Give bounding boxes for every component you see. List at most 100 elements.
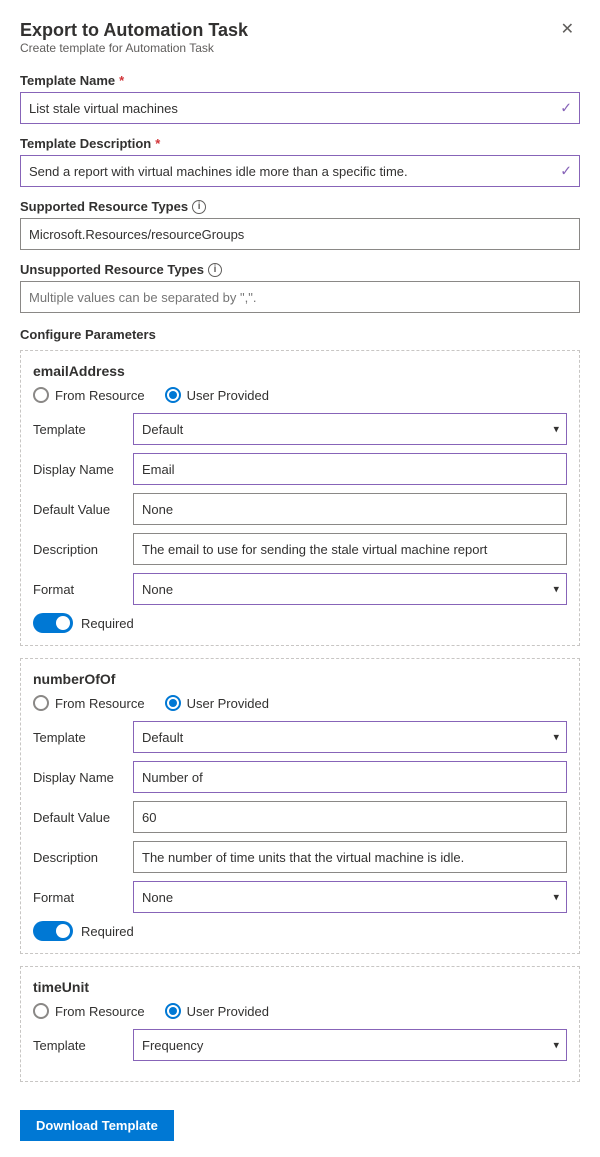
email-radio-user-label: User Provided [187,388,269,403]
number-radio-user-label: User Provided [187,696,269,711]
email-format-select[interactable]: None [133,573,567,605]
configure-section: Configure Parameters emailAddress From R… [20,327,580,1082]
timeunit-radio-user-input[interactable] [165,1003,181,1019]
number-format-row: Format None ▾ [33,881,567,913]
email-displayname-input[interactable] [133,453,567,485]
download-template-button[interactable]: Download Template [20,1110,174,1141]
template-name-label: Template Name * [20,73,580,88]
email-template-select[interactable]: Default [133,413,567,445]
unsupported-resource-label: Unsupported Resource Types i [20,262,580,277]
param-card-number: numberOfOf From Resource User Provided T… [20,658,580,954]
timeunit-template-select[interactable]: Frequency [133,1029,567,1061]
close-button[interactable]: ✕ [555,20,580,40]
email-template-label: Template [33,422,133,437]
email-radio-user-provided[interactable]: User Provided [165,387,269,403]
supported-resource-label: Supported Resource Types i [20,199,580,214]
email-description-value [133,533,567,565]
number-radio-from-label: From Resource [55,696,145,711]
number-radio-user-input[interactable] [165,695,181,711]
template-desc-group: Template Description * ✓ [20,136,580,187]
unsupported-resource-input[interactable] [20,281,580,313]
modal: Export to Automation Task Create templat… [0,0,600,1157]
email-defaultvalue-row: Default Value [33,493,567,525]
param-card-timeunit: timeUnit From Resource User Provided Tem… [20,966,580,1082]
number-radio-from-input[interactable] [33,695,49,711]
number-description-input[interactable] [133,841,567,873]
number-template-select[interactable]: Default [133,721,567,753]
modal-header: Export to Automation Task Create templat… [20,20,580,69]
number-required-label: Required [81,924,134,939]
email-template-row: Template Default ▾ [33,413,567,445]
timeunit-radio-from-label: From Resource [55,1004,145,1019]
timeunit-template-row: Template Frequency ▾ [33,1029,567,1061]
template-desc-input[interactable] [20,155,580,187]
timeunit-radio-user-label: User Provided [187,1004,269,1019]
number-displayname-label: Display Name [33,770,133,785]
number-format-label: Format [33,890,133,905]
supported-resource-group: Supported Resource Types i [20,199,580,250]
email-format-select-wrapper: None ▾ [133,573,567,605]
email-displayname-value [133,453,567,485]
template-name-input[interactable] [20,92,580,124]
check-icon: ✓ [560,100,572,117]
timeunit-radio-from-resource[interactable]: From Resource [33,1003,145,1019]
number-defaultvalue-row: Default Value [33,801,567,833]
email-description-input[interactable] [133,533,567,565]
number-template-row: Template Default ▾ [33,721,567,753]
number-required-toggle[interactable] [33,921,73,941]
required-star-desc: * [155,136,160,151]
email-format-row: Format None ▾ [33,573,567,605]
number-template-select-wrapper: Default ▾ [133,721,567,753]
required-star: * [119,73,124,88]
email-displayname-label: Display Name [33,462,133,477]
modal-title-group: Export to Automation Task Create templat… [20,20,248,69]
email-format-label: Format [33,582,133,597]
email-description-row: Description [33,533,567,565]
email-required-toggle-container: Required [33,613,567,633]
modal-title: Export to Automation Task [20,20,248,41]
number-displayname-input[interactable] [133,761,567,793]
number-required-toggle-container: Required [33,921,567,941]
email-required-toggle[interactable] [33,613,73,633]
param-name-timeunit: timeUnit [33,979,567,995]
email-template-select-wrapper: Default ▾ [133,413,567,445]
email-radio-user-input[interactable] [165,387,181,403]
modal-subtitle: Create template for Automation Task [20,41,248,55]
email-defaultvalue-input[interactable] [133,493,567,525]
email-radio-from-label: From Resource [55,388,145,403]
number-format-select[interactable]: None [133,881,567,913]
number-description-row: Description [33,841,567,873]
number-radio-from-resource[interactable]: From Resource [33,695,145,711]
param-name-number: numberOfOf [33,671,567,687]
param-card-email: emailAddress From Resource User Provided… [20,350,580,646]
email-description-label: Description [33,542,133,557]
template-desc-label: Template Description * [20,136,580,151]
template-name-wrapper: ✓ [20,92,580,124]
number-defaultvalue-value [133,801,567,833]
template-desc-wrapper: ✓ [20,155,580,187]
email-radio-from-input[interactable] [33,387,49,403]
check-icon-desc: ✓ [560,163,572,180]
timeunit-radio-user-provided[interactable]: User Provided [165,1003,269,1019]
supported-resource-input[interactable] [20,218,580,250]
email-radio-group: From Resource User Provided [33,387,567,403]
number-description-label: Description [33,850,133,865]
number-format-select-wrapper: None ▾ [133,881,567,913]
number-displayname-value [133,761,567,793]
unsupported-resource-info-icon[interactable]: i [208,263,222,277]
number-defaultvalue-input[interactable] [133,801,567,833]
number-radio-user-provided[interactable]: User Provided [165,695,269,711]
template-name-group: Template Name * ✓ [20,73,580,124]
number-description-value [133,841,567,873]
email-defaultvalue-value [133,493,567,525]
email-radio-from-resource[interactable]: From Resource [33,387,145,403]
timeunit-radio-group: From Resource User Provided [33,1003,567,1019]
email-required-label: Required [81,616,134,631]
timeunit-radio-from-input[interactable] [33,1003,49,1019]
number-displayname-row: Display Name [33,761,567,793]
email-defaultvalue-label: Default Value [33,502,133,517]
supported-resource-info-icon[interactable]: i [192,200,206,214]
number-template-label: Template [33,730,133,745]
timeunit-template-select-wrapper: Frequency ▾ [133,1029,567,1061]
email-displayname-row: Display Name [33,453,567,485]
